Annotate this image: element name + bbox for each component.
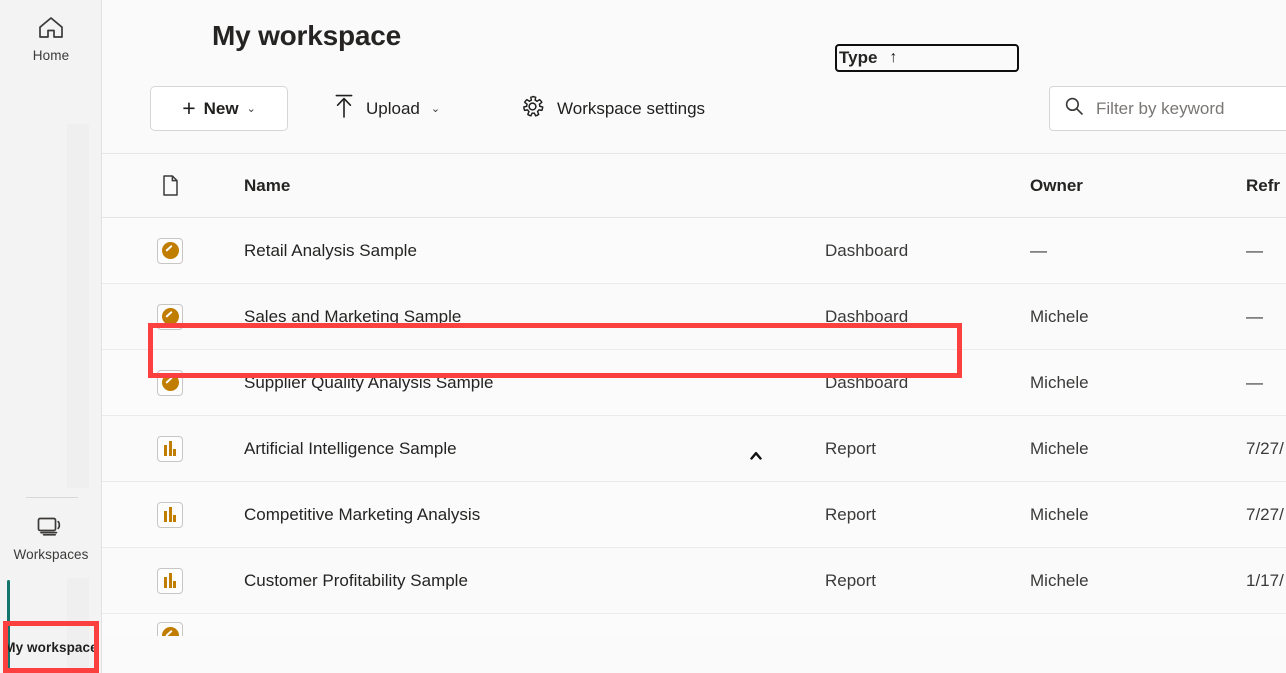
sidebar-item-workspaces-label: Workspaces (13, 547, 88, 562)
table-row[interactable]: Competitive Marketing Analysis Report Mi… (102, 482, 1286, 548)
dashboard-icon (150, 370, 190, 396)
item-name[interactable]: Artificial Intelligence Sample (244, 439, 457, 459)
item-owner: — (1030, 241, 1047, 261)
item-refreshed: 7/27/ (1246, 505, 1284, 525)
power-bi-workspace-page: Home Workspaces My workspace My workspac… (0, 0, 1286, 673)
workspace-settings-label: Workspace settings (557, 99, 705, 119)
column-header-owner[interactable]: Owner (1030, 176, 1083, 196)
page-title: My workspace (212, 20, 401, 52)
dashboard-icon (150, 622, 190, 636)
item-name[interactable]: Retail Analysis Sample (244, 241, 417, 261)
sidebar-item-home-label: Home (33, 48, 69, 63)
table-row[interactable]: Supplier Quality Analysis Sample Dashboa… (102, 350, 1286, 416)
item-name[interactable]: Competitive Marketing Analysis (244, 505, 480, 525)
dashboard-icon (150, 238, 190, 264)
item-type: Report (825, 571, 876, 591)
search-input[interactable] (1096, 99, 1279, 119)
table-row-partial[interactable] (102, 614, 1286, 636)
item-refreshed: 1/17/ (1246, 571, 1284, 591)
search-icon (1064, 96, 1084, 121)
column-header-type[interactable]: Type ↑ (835, 44, 1019, 72)
chevron-down-icon: ⌄ (247, 102, 256, 115)
item-owner: Michele (1030, 373, 1089, 393)
column-header-name[interactable]: Name (244, 176, 290, 196)
report-icon (150, 568, 190, 594)
plus-icon: + (182, 97, 195, 120)
document-icon[interactable] (150, 174, 190, 197)
sidebar-item-my-workspace-label: My workspace (4, 639, 98, 656)
workspace-items-table: Name Owner Refr Retail Analysis Sample D… (102, 154, 1286, 636)
item-owner: Michele (1030, 571, 1089, 591)
upload-arrow-icon (333, 93, 355, 124)
item-owner: Michele (1030, 505, 1089, 525)
sidebar-item-workspaces[interactable]: Workspaces (0, 505, 102, 567)
item-name[interactable]: Customer Profitability Sample (244, 571, 468, 591)
item-refreshed: — (1246, 307, 1263, 327)
sidebar-item-my-workspace[interactable]: My workspace (3, 622, 99, 673)
new-button[interactable]: + New ⌄ (150, 86, 288, 131)
item-type: Report (825, 505, 876, 525)
table-header-row: Name Owner Refr (102, 154, 1286, 218)
item-owner: Michele (1030, 307, 1089, 327)
item-type: Dashboard (825, 307, 908, 327)
filter-search-box[interactable] (1049, 86, 1286, 131)
new-button-label: New (204, 99, 239, 119)
item-type: Dashboard (825, 241, 908, 261)
item-type: Report (825, 439, 876, 459)
gear-icon (520, 94, 545, 124)
home-icon (34, 12, 68, 44)
resize-caret-icon (750, 447, 762, 456)
sidebar-item-home[interactable]: Home (0, 8, 102, 66)
left-navigation-rail: Home Workspaces My workspace (0, 0, 102, 673)
rail-scroll-track[interactable] (67, 124, 89, 488)
item-name[interactable]: Sales and Marketing Sample (244, 307, 461, 327)
item-type: Dashboard (825, 373, 908, 393)
sidebar-divider (26, 497, 78, 498)
dashboard-icon (150, 304, 190, 330)
workspace-toolbar: + New ⌄ Upload ⌄ (102, 82, 1286, 134)
report-icon (150, 436, 190, 462)
item-refreshed: — (1246, 373, 1263, 393)
table-row[interactable]: Customer Profitability Sample Report Mic… (102, 548, 1286, 614)
item-owner: Michele (1030, 439, 1089, 459)
item-refreshed: — (1246, 241, 1263, 261)
table-row[interactable]: Artificial Intelligence Sample Report Mi… (102, 416, 1286, 482)
item-refreshed: 7/27/ (1246, 439, 1284, 459)
table-row-selected[interactable]: Sales and Marketing Sample Dashboard Mic… (102, 284, 1286, 350)
item-name[interactable]: Supplier Quality Analysis Sample (244, 373, 493, 393)
workspace-main-area: My workspace + New ⌄ Upload ⌄ (102, 0, 1286, 673)
column-header-refreshed[interactable]: Refr (1246, 176, 1280, 196)
workspace-settings-button[interactable]: Workspace settings (514, 86, 711, 131)
workspaces-icon (34, 511, 68, 543)
sort-ascending-icon: ↑ (889, 49, 897, 67)
upload-button[interactable]: Upload ⌄ (327, 86, 446, 131)
table-row[interactable]: Retail Analysis Sample Dashboard — — (102, 218, 1286, 284)
column-header-type-label: Type (839, 48, 877, 68)
report-icon (150, 502, 190, 528)
upload-chevron-down-icon: ⌄ (431, 102, 440, 115)
upload-button-label: Upload (366, 99, 420, 119)
